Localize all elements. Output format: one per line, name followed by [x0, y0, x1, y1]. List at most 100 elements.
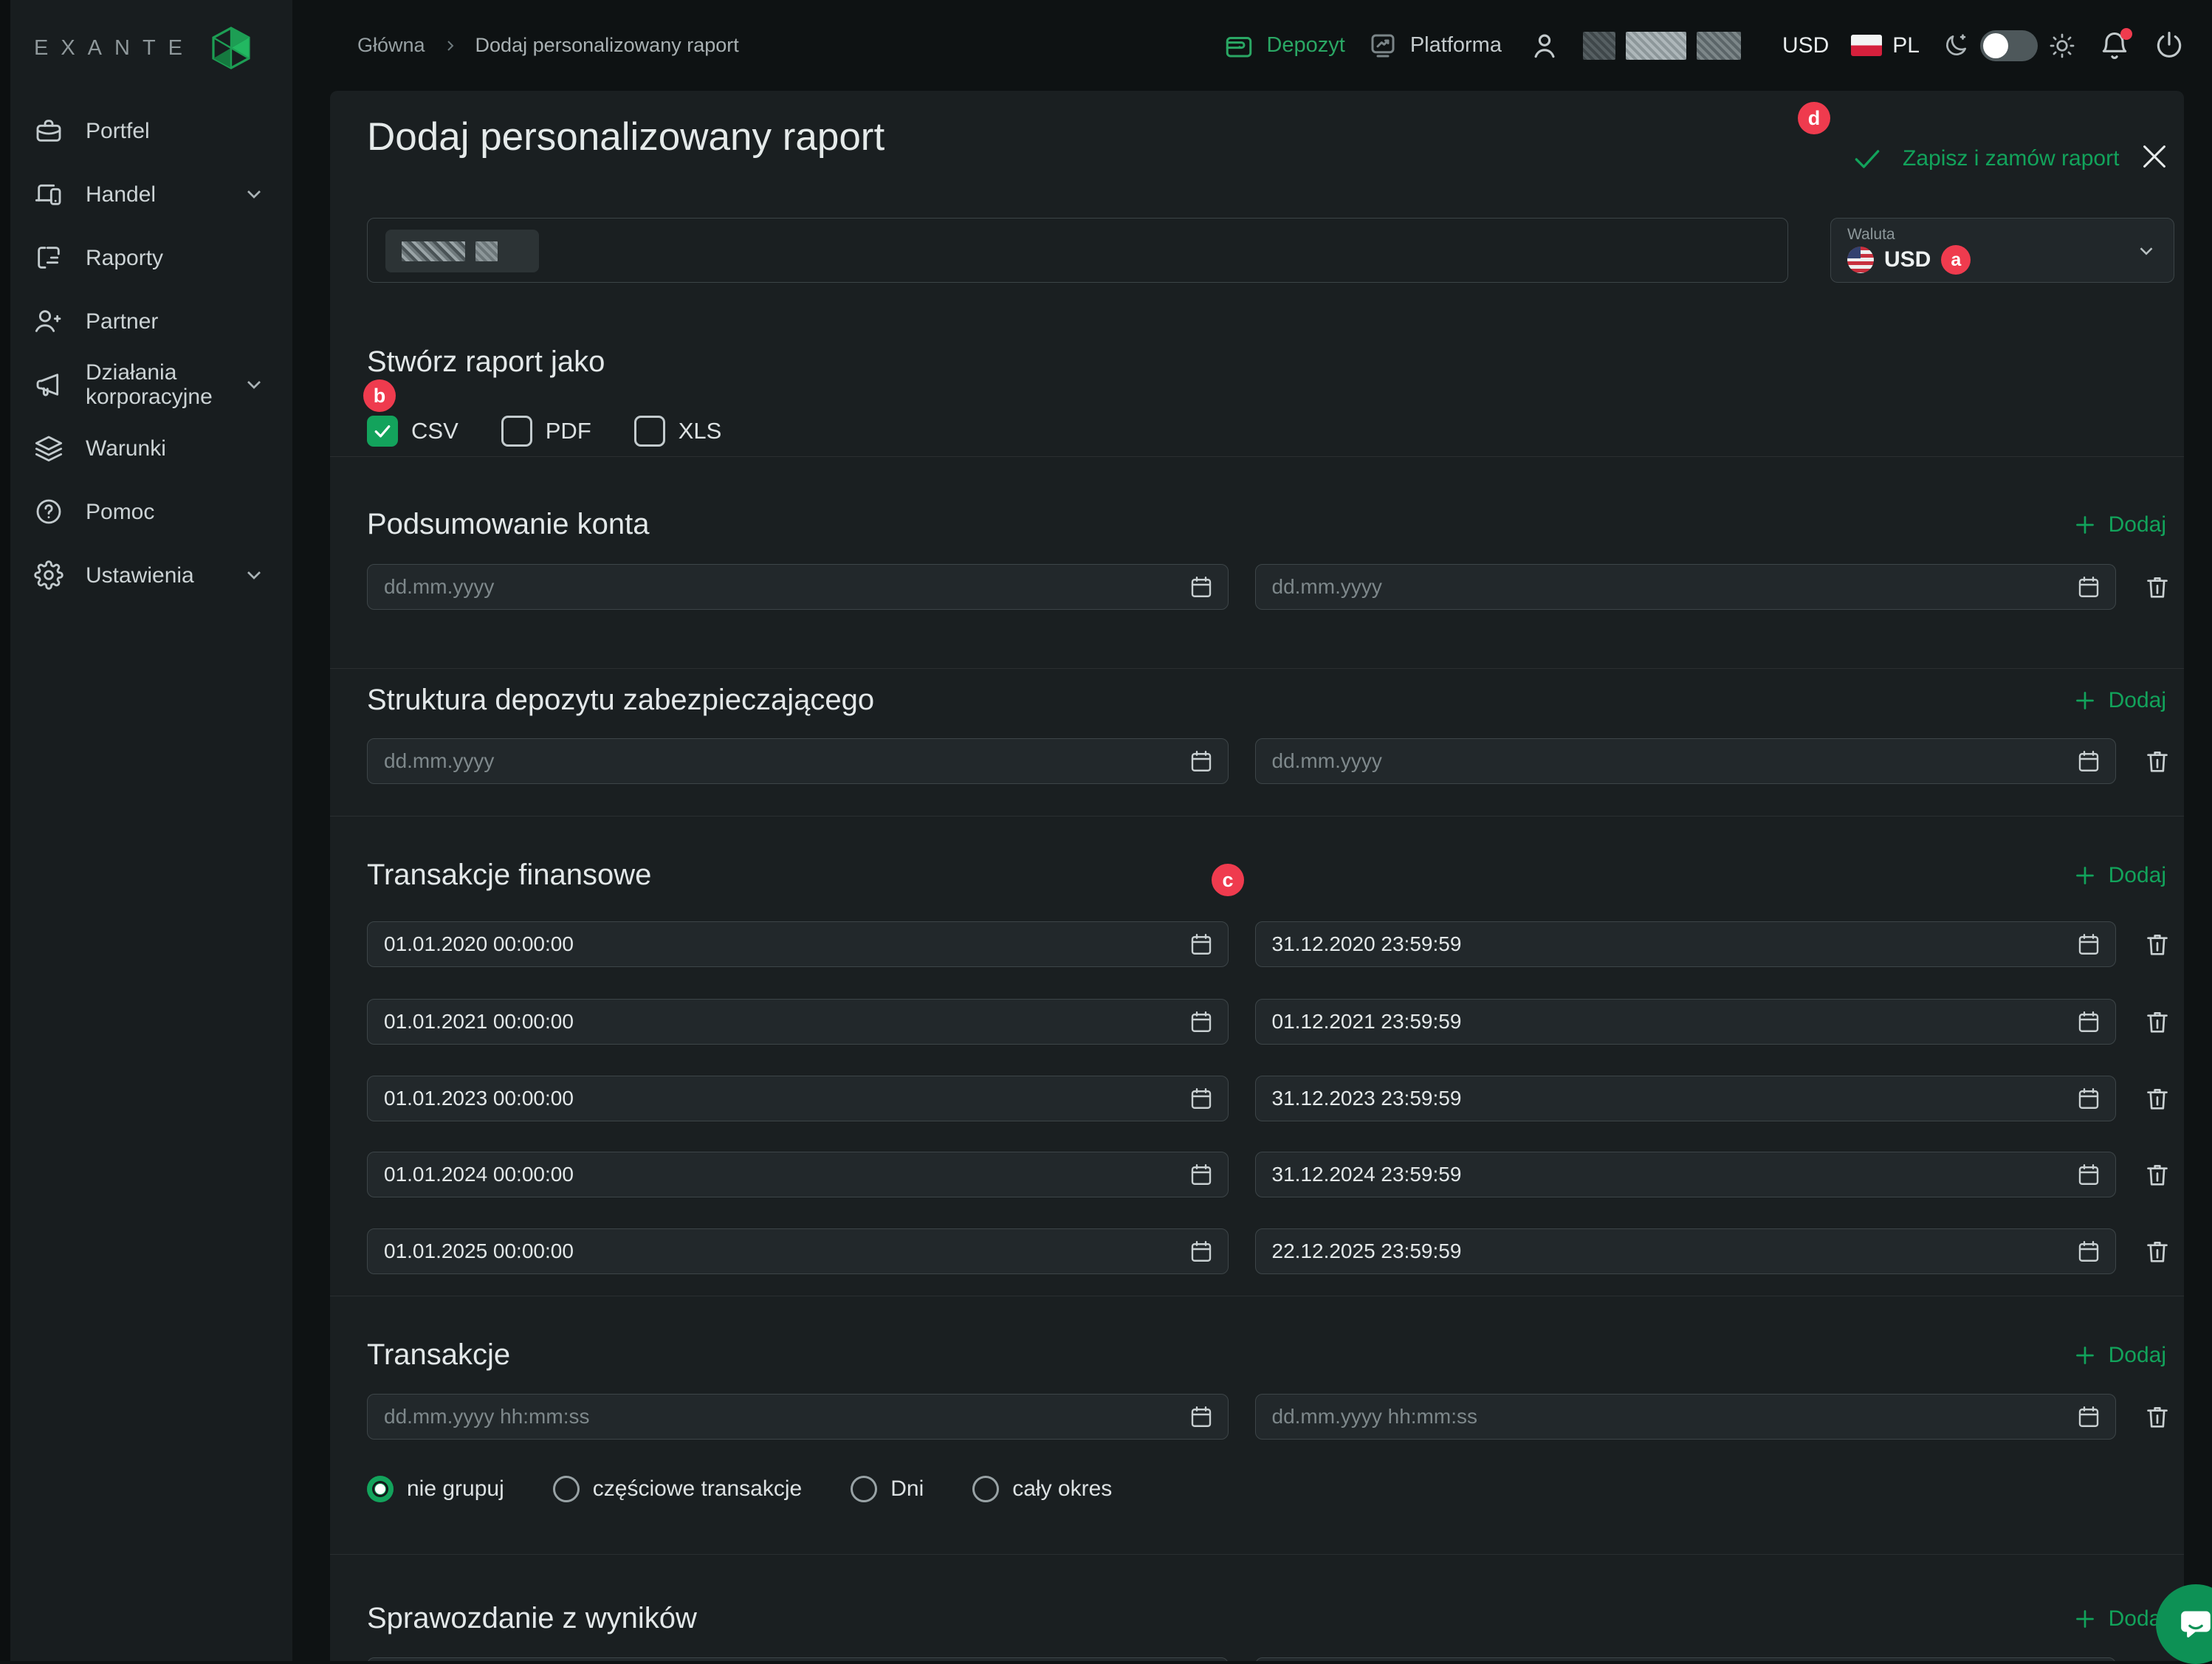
- page-title: Dodaj personalizowany raport: [367, 114, 885, 159]
- sidebar-item-handel[interactable]: Handel: [0, 162, 292, 226]
- calendar-icon[interactable]: [2075, 1403, 2102, 1430]
- add-row-button[interactable]: Dodaj: [2072, 1342, 2169, 1369]
- section-divider: [330, 456, 2184, 457]
- add-row-button[interactable]: Dodaj: [2072, 512, 2169, 538]
- date-from-input[interactable]: dd.mm.yyyy: [367, 738, 1229, 784]
- language-code: PL: [1892, 33, 1920, 58]
- breadcrumb-home[interactable]: Główna: [357, 34, 425, 57]
- report-name-input[interactable]: [367, 218, 1788, 283]
- logout-button[interactable]: [2153, 30, 2185, 62]
- checkbox-unchecked-icon: [501, 416, 532, 447]
- close-icon[interactable]: [2137, 140, 2171, 173]
- delete-row-icon[interactable]: [2143, 1007, 2172, 1036]
- radio-label: częściowe transakcje: [593, 1476, 802, 1502]
- calendar-icon[interactable]: [1188, 1403, 1215, 1430]
- delete-row-icon[interactable]: [2143, 1160, 2172, 1189]
- radio-czesciowe-transakcje[interactable]: częściowe transakcje: [553, 1476, 802, 1502]
- date-from-input[interactable]: 01.01.2025 00:00:00: [367, 1228, 1229, 1274]
- notifications-button[interactable]: [2098, 30, 2131, 62]
- delete-row-icon[interactable]: [2143, 1084, 2172, 1113]
- add-row-button[interactable]: Dodaj: [2072, 687, 2169, 714]
- format-options: CSV PDF XLS: [367, 416, 721, 447]
- brand-logo[interactable]: EXANTE: [0, 0, 292, 99]
- redacted-block: [475, 241, 498, 261]
- calendar-icon[interactable]: [2075, 1161, 2102, 1188]
- date-from-input[interactable]: 01.01.2021 00:00:00: [367, 999, 1229, 1045]
- calendar-icon[interactable]: [1188, 574, 1215, 600]
- date-from-input[interactable]: 01.01.2024 00:00:00: [367, 1152, 1229, 1197]
- sidebar-item-label: Pomoc: [86, 500, 154, 524]
- add-row-button[interactable]: Dodaj: [2072, 862, 2169, 889]
- sidebar-item-dzialania-korporacyjne[interactable]: Działania korporacyjne: [0, 353, 292, 416]
- delete-row-icon[interactable]: [2143, 929, 2172, 959]
- date-to-input[interactable]: 22.12.2025 23:59:59: [1255, 1228, 2117, 1274]
- megaphone-icon: [34, 370, 63, 399]
- checkbox-csv[interactable]: CSV: [367, 416, 458, 447]
- date-to-input[interactable]: dd.mm.yyyy: [1255, 564, 2117, 610]
- calendar-icon[interactable]: [1188, 931, 1215, 958]
- calendar-icon[interactable]: [2075, 1085, 2102, 1112]
- date-from-input[interactable]: dd.mm.yyyy: [367, 564, 1229, 610]
- date-range-row: dd.mm.yyyy dd.mm.yyyy: [367, 564, 2172, 610]
- section-title: Struktura depozytu zabezpieczającego: [367, 684, 874, 717]
- calendar-icon[interactable]: [1188, 1238, 1215, 1265]
- date-to-input[interactable]: 31.12.2023 23:59:59: [1255, 1076, 2117, 1121]
- delete-row-icon[interactable]: [2143, 1402, 2172, 1431]
- calendar-icon[interactable]: [2075, 1008, 2102, 1035]
- date-to-input[interactable]: dd.mm.yyyy hh:mm:ss: [1255, 1394, 2117, 1440]
- platform-label: Platforma: [1410, 33, 1502, 58]
- calendar-icon[interactable]: [1188, 1008, 1215, 1035]
- sidebar-item-partner[interactable]: Partner: [0, 289, 292, 353]
- radio-caly-okres[interactable]: cały okres: [972, 1476, 1112, 1502]
- account-currency[interactable]: USD: [1782, 33, 1829, 58]
- margin-structure-header: Struktura depozytu zabezpieczającego Dod…: [367, 684, 2169, 717]
- date-to-input[interactable]: 01.12.2021 23:59:59: [1255, 999, 2117, 1045]
- platform-button[interactable]: Platforma: [1367, 30, 1502, 61]
- calendar-icon[interactable]: [2075, 1238, 2102, 1265]
- date-range-row: 01.01.2021 00:00:00 01.12.2021 23:59:59: [367, 999, 2172, 1045]
- checkbox-unchecked-icon: [634, 416, 665, 447]
- calendar-icon[interactable]: [2075, 574, 2102, 600]
- sidebar-item-ustawienia[interactable]: Ustawienia: [0, 543, 292, 607]
- radio-label: cały okres: [1012, 1476, 1112, 1502]
- calendar-icon[interactable]: [2075, 748, 2102, 774]
- currency-select[interactable]: Waluta USD a: [1830, 218, 2174, 283]
- report-form-panel: Dodaj personalizowany raport d Zapisz i …: [330, 91, 2184, 1661]
- radio-nie-grupuj[interactable]: nie grupuj: [367, 1476, 504, 1502]
- date-from-input[interactable]: dd.mm.yyyy: [367, 1657, 1229, 1661]
- grouping-options: nie grupuj częściowe transakcje Dni cały…: [367, 1476, 1112, 1502]
- language-selector[interactable]: PL: [1851, 33, 1920, 58]
- radio-unselected-icon: [972, 1476, 999, 1502]
- date-to-input[interactable]: 31.12.2024 23:59:59: [1255, 1152, 2117, 1197]
- theme-toggle[interactable]: [1980, 30, 2038, 61]
- sidebar-item-warunki[interactable]: Warunki: [0, 416, 292, 480]
- date-from-input[interactable]: 01.01.2020 00:00:00: [367, 921, 1229, 967]
- add-row-button[interactable]: Dodaj: [2072, 1606, 2169, 1632]
- annotation-badge-a: a: [1941, 245, 1971, 275]
- sidebar-item-raporty[interactable]: Raporty: [0, 226, 292, 289]
- calendar-icon[interactable]: [1188, 1085, 1215, 1112]
- save-and-order-button[interactable]: Zapisz i zamów raport: [1851, 142, 2119, 175]
- date-from-input[interactable]: dd.mm.yyyy hh:mm:ss: [367, 1394, 1229, 1440]
- sidebar-item-portfel[interactable]: Portfel: [0, 99, 292, 162]
- add-label: Dodaj: [2109, 512, 2166, 537]
- radio-label: Dni: [890, 1476, 924, 1502]
- calendar-icon[interactable]: [1188, 748, 1215, 774]
- date-to-input[interactable]: dd.mm.yyyy: [1255, 738, 2117, 784]
- calendar-icon[interactable]: [2075, 931, 2102, 958]
- date-from-input[interactable]: 01.01.2023 00:00:00: [367, 1076, 1229, 1121]
- date-value: 31.12.2023 23:59:59: [1272, 1087, 1462, 1110]
- delete-row-icon[interactable]: [2143, 572, 2172, 602]
- deposit-button[interactable]: Depozyt: [1223, 30, 1344, 61]
- calendar-icon[interactable]: [1188, 1161, 1215, 1188]
- checkbox-xls[interactable]: XLS: [634, 416, 722, 447]
- date-to-input[interactable]: dd.mm.yyyy: [1255, 1657, 2117, 1661]
- date-to-input[interactable]: 31.12.2020 23:59:59: [1255, 921, 2117, 967]
- checkbox-pdf[interactable]: PDF: [501, 416, 591, 447]
- delete-row-icon[interactable]: [2143, 1237, 2172, 1266]
- radio-dni[interactable]: Dni: [851, 1476, 924, 1502]
- account-icon[interactable]: [1528, 30, 1561, 62]
- sidebar-item-pomoc[interactable]: Pomoc: [0, 480, 292, 543]
- delete-row-icon[interactable]: [2143, 746, 2172, 776]
- breadcrumb-current: Dodaj personalizowany raport: [475, 34, 739, 57]
